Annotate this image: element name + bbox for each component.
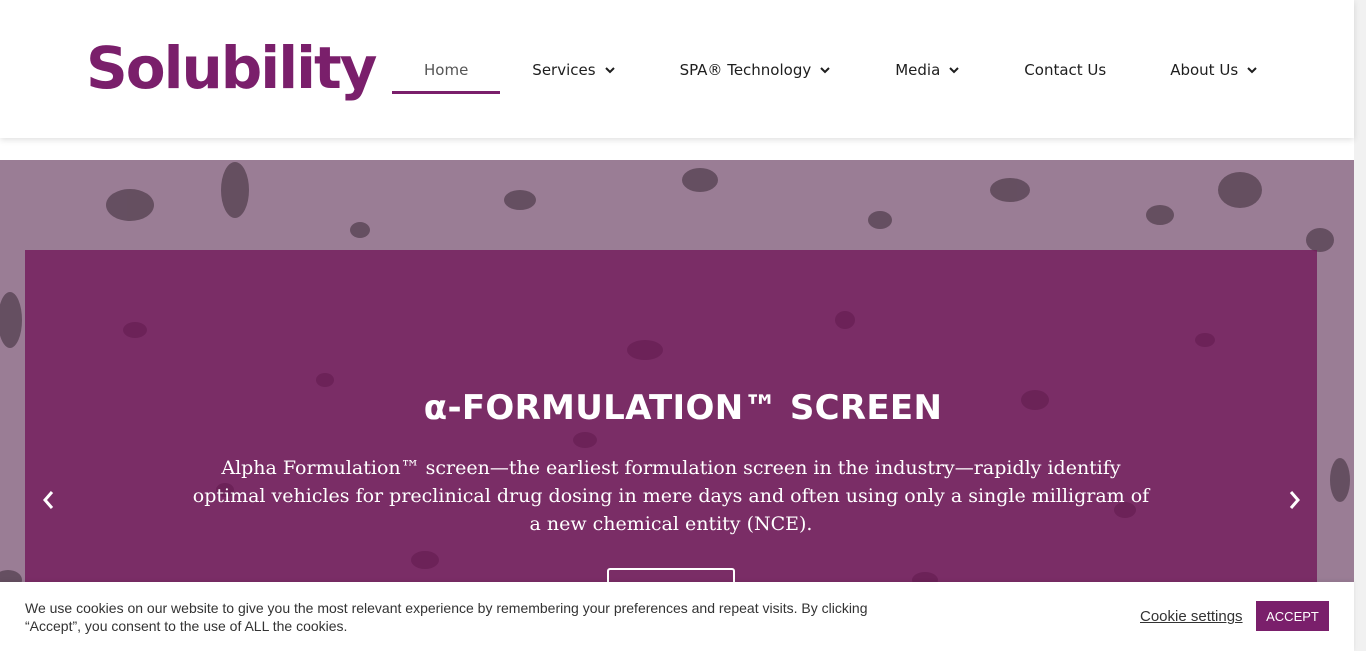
chevron-left-icon (43, 491, 54, 509)
nav-label: Home (424, 61, 469, 79)
nav-label: About Us (1170, 61, 1239, 79)
nav-item-media[interactable]: Media (863, 46, 992, 94)
cookie-banner: We use cookies on our website to give yo… (0, 582, 1354, 651)
slide-description: Alpha Formulation™ screen—the earliest f… (192, 457, 1150, 535)
main-nav: Home Services SPA® Technology Media Cont… (392, 46, 1290, 94)
chevron-down-icon (1246, 64, 1258, 76)
slide-title: α-FORMULATION™ SCREEN (423, 388, 943, 428)
accept-cookies-button[interactable]: ACCEPT (1256, 601, 1329, 631)
chevron-down-icon (819, 64, 831, 76)
nav-label: Media (895, 61, 941, 79)
nav-item-contact-us[interactable]: Contact Us (992, 46, 1138, 94)
page-scrollbar[interactable] (1354, 0, 1366, 651)
nav-item-about-us[interactable]: About Us (1138, 46, 1290, 94)
nav-label: Contact Us (1024, 61, 1107, 79)
chevron-down-icon (948, 64, 960, 76)
logo-text: Solubility (86, 34, 377, 102)
chevron-right-icon (1289, 491, 1300, 509)
slider-next-button[interactable] (1282, 487, 1306, 513)
solubility-logo[interactable]: Solubility (86, 30, 377, 106)
nav-label: SPA® Technology (679, 61, 812, 79)
nav-item-home[interactable]: Home (392, 46, 501, 94)
nav-item-spa-technology[interactable]: SPA® Technology (648, 46, 864, 94)
chevron-down-icon (604, 64, 616, 76)
cookie-message: We use cookies on our website to give yo… (25, 600, 868, 634)
nav-item-services[interactable]: Services (500, 46, 647, 94)
cookie-settings-link[interactable]: Cookie settings (1140, 608, 1243, 625)
site-header: Solubility Home Services SPA® Technology… (0, 0, 1354, 138)
slider-prev-button[interactable] (37, 487, 61, 513)
nav-label: Services (532, 61, 596, 79)
